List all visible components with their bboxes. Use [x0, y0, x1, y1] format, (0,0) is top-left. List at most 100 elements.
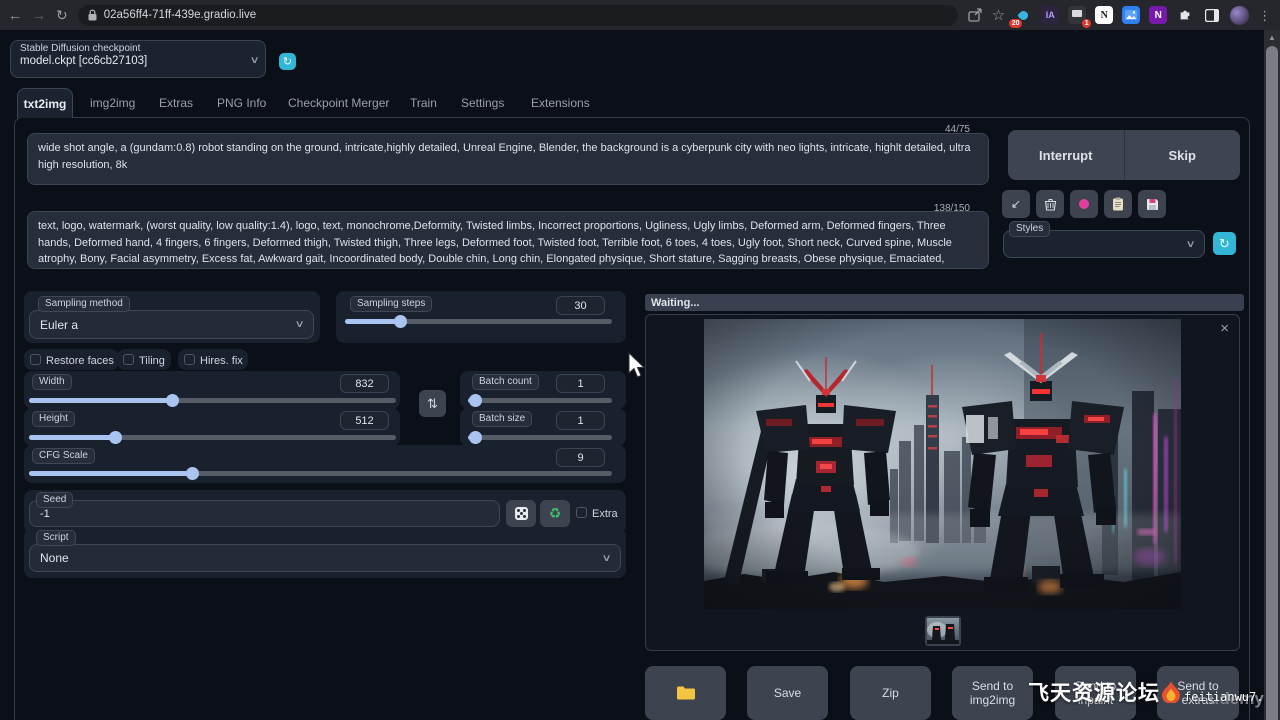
- extensions-puzzle-icon[interactable]: [1176, 6, 1194, 24]
- cfg-scale-label: CFG Scale: [32, 448, 95, 464]
- scrollbar-thumb[interactable]: [1266, 46, 1278, 720]
- clear-prompt-button[interactable]: [1036, 190, 1064, 218]
- generate-split-buttons: Interrupt Skip: [1008, 130, 1240, 180]
- batch-count-slider[interactable]: [468, 398, 612, 403]
- browser-toolbar: ← → ↻ 02a56ff4-71ff-439e.gradio.live ☆ 2…: [0, 0, 1280, 30]
- sampling-method-label: Sampling method: [38, 296, 130, 312]
- width-slider[interactable]: [29, 398, 396, 403]
- recycle-icon: ♻: [549, 505, 562, 522]
- checkpoint-value: model.ckpt [cc6cb27103]: [20, 55, 147, 67]
- sampling-method-dropdown[interactable]: Euler a ∨: [29, 310, 314, 339]
- swap-dimensions-button[interactable]: ⇅: [419, 390, 446, 417]
- cfg-scale-slider[interactable]: [29, 471, 612, 476]
- forward-icon[interactable]: →: [32, 8, 46, 22]
- menu-dots-icon[interactable]: ⋮: [1258, 9, 1271, 22]
- paste-params-button[interactable]: ↙: [1002, 190, 1030, 218]
- slider-handle[interactable]: [166, 394, 179, 407]
- send-to-inpaint-button[interactable]: Send to inpaint: [1055, 666, 1136, 720]
- height-slider[interactable]: [29, 435, 396, 440]
- seed-label: Seed: [36, 492, 73, 508]
- apply-style-button[interactable]: [1104, 190, 1132, 218]
- seed-extra-label: Extra: [592, 508, 618, 520]
- send-to-img2img-button[interactable]: Send to img2img: [952, 666, 1033, 720]
- extra-networks-button[interactable]: [1070, 190, 1098, 218]
- batch-size-slider[interactable]: [468, 435, 612, 440]
- tiling-label: Tiling: [139, 355, 165, 367]
- cfg-scale-block: [24, 445, 626, 483]
- swap-icon: ⇅: [427, 396, 438, 412]
- slider-handle[interactable]: [469, 394, 482, 407]
- prompt-input[interactable]: wide shot angle, a (gundam:0.8) robot st…: [27, 133, 989, 185]
- batch-size-input[interactable]: 1: [556, 411, 605, 430]
- extension-camera-icon[interactable]: 1: [1068, 6, 1086, 24]
- slider-handle[interactable]: [109, 431, 122, 444]
- tab-extensions[interactable]: Extensions: [531, 96, 590, 110]
- close-icon[interactable]: ×: [1220, 321, 1229, 336]
- extension-notion-icon[interactable]: N: [1095, 6, 1113, 24]
- side-panel-icon[interactable]: [1203, 6, 1221, 24]
- batch-size-label: Batch size: [472, 411, 532, 427]
- script-value: None: [40, 551, 69, 565]
- hires-fix-label: Hires. fix: [200, 355, 243, 367]
- tab-settings[interactable]: Settings: [461, 96, 504, 110]
- tab-checkpoint-merger[interactable]: Checkpoint Merger: [288, 96, 389, 110]
- generated-image[interactable]: [704, 319, 1181, 609]
- scroll-up-icon[interactable]: ▲: [1268, 33, 1276, 42]
- extension-photos-icon[interactable]: [1122, 6, 1140, 24]
- chevron-down-icon: ∨: [249, 55, 259, 67]
- script-label: Script: [36, 530, 76, 546]
- width-label: Width: [32, 374, 72, 390]
- negative-prompt-input[interactable]: text, logo, watermark, (worst quality, l…: [27, 211, 989, 269]
- extension-onenote-icon[interactable]: N: [1149, 6, 1167, 24]
- styles-refresh-button[interactable]: ↻: [1213, 232, 1236, 255]
- cfg-scale-input[interactable]: 9: [556, 448, 605, 467]
- address-bar[interactable]: 02a56ff4-71ff-439e.gradio.live: [78, 5, 958, 26]
- tab-txt2img[interactable]: txt2img: [17, 88, 73, 118]
- sampling-steps-input[interactable]: 30: [556, 296, 605, 315]
- tiling-checkbox[interactable]: [123, 354, 134, 365]
- save-button[interactable]: Save: [747, 666, 828, 720]
- batch-count-input[interactable]: 1: [556, 374, 605, 393]
- slider-handle[interactable]: [394, 315, 407, 328]
- extension-raindrop-icon[interactable]: 20: [1014, 6, 1032, 24]
- script-dropdown[interactable]: None ∨: [29, 544, 621, 572]
- restore-faces-checkbox[interactable]: [30, 354, 41, 365]
- height-label: Height: [32, 411, 75, 427]
- tab-extras[interactable]: Extras: [159, 96, 193, 110]
- chevron-down-icon: ∨: [294, 319, 304, 330]
- reuse-seed-button[interactable]: ♻: [540, 500, 570, 527]
- tab-img2img[interactable]: img2img: [90, 96, 135, 110]
- send-to-extras-button[interactable]: Send to extras: [1157, 666, 1239, 720]
- refresh-icon: ↻: [283, 55, 292, 68]
- seed-input[interactable]: -1: [29, 500, 500, 527]
- width-input[interactable]: 832: [340, 374, 389, 393]
- clipboard-icon: [1112, 197, 1124, 211]
- extension-ia-icon[interactable]: IA: [1041, 6, 1059, 24]
- save-style-button[interactable]: [1138, 190, 1166, 218]
- zip-button[interactable]: Zip: [850, 666, 931, 720]
- checkpoint-dropdown[interactable]: model.ckpt [cc6cb27103] ∨: [20, 55, 258, 67]
- open-folder-button[interactable]: [645, 666, 726, 720]
- height-input[interactable]: 512: [340, 411, 389, 430]
- browser-actions: ☆ 20 IA 1 N N: [968, 6, 1271, 25]
- share-icon[interactable]: [968, 8, 983, 22]
- bookmark-star-icon[interactable]: ☆: [992, 8, 1005, 23]
- slider-handle[interactable]: [469, 431, 482, 444]
- back-icon[interactable]: ←: [8, 8, 22, 22]
- slider-handle[interactable]: [186, 467, 199, 480]
- page-scrollbar[interactable]: ▲: [1264, 30, 1280, 720]
- checkpoint-refresh-button[interactable]: ↻: [279, 53, 296, 70]
- refresh-icon: ↻: [1219, 236, 1230, 252]
- reload-icon[interactable]: ↻: [56, 8, 68, 22]
- styles-label: Styles: [1009, 221, 1050, 237]
- tab-png-info[interactable]: PNG Info: [217, 96, 266, 110]
- seed-extra-checkbox[interactable]: [576, 507, 587, 518]
- skip-button[interactable]: Skip: [1125, 130, 1241, 180]
- interrupt-button[interactable]: Interrupt: [1008, 130, 1124, 180]
- profile-avatar[interactable]: [1230, 6, 1249, 25]
- random-seed-button[interactable]: [506, 500, 536, 527]
- hires-fix-checkbox[interactable]: [184, 354, 195, 365]
- tab-train[interactable]: Train: [410, 96, 437, 110]
- sampling-steps-slider[interactable]: [345, 319, 612, 324]
- gallery-thumbnail[interactable]: [925, 616, 961, 646]
